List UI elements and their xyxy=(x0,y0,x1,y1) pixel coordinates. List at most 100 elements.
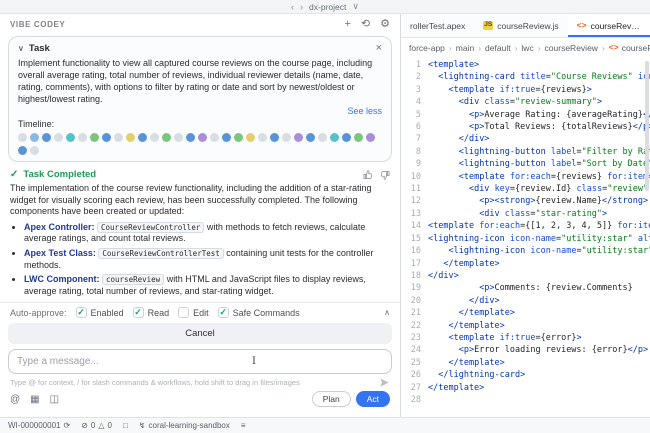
act-button[interactable]: Act xyxy=(356,391,390,407)
new-chat-icon[interactable]: + xyxy=(344,19,350,30)
error-count[interactable]: 0 xyxy=(91,421,95,430)
breadcrumb-file[interactable]: <>courseReview.html xyxy=(609,43,650,53)
timeline-dot[interactable] xyxy=(18,146,27,155)
thumbs-up-icon[interactable] xyxy=(363,170,373,180)
timeline-dot[interactable] xyxy=(294,133,303,142)
collapse-up-icon[interactable]: ∧ xyxy=(384,308,390,317)
breadcrumb-item[interactable]: default xyxy=(485,43,511,53)
code-editor[interactable]: <template> <lightning-card title="Course… xyxy=(428,57,650,417)
task-close-icon[interactable]: × xyxy=(376,42,382,54)
message-input[interactable] xyxy=(17,356,383,367)
checkbox-checked-icon[interactable]: ✓ xyxy=(133,307,144,318)
checkbox-checked-icon[interactable]: ✓ xyxy=(218,307,229,318)
project-selector[interactable]: dx-project xyxy=(309,2,346,12)
timeline-dot[interactable] xyxy=(306,133,315,142)
code-editor-pane: rollerTest.apexJScourseReview.js<>course… xyxy=(401,14,650,417)
line-number: 25 xyxy=(401,357,421,369)
timeline-dot[interactable] xyxy=(78,133,87,142)
tab-courseReview.js[interactable]: JScourseReview.js xyxy=(474,14,567,37)
layout-icon[interactable]: □ xyxy=(123,421,128,430)
checkbox-checked-icon[interactable]: ✓ xyxy=(76,307,87,318)
sync-icon[interactable]: ⟳ xyxy=(63,421,70,430)
tab-rollerTest.apex[interactable]: rollerTest.apex xyxy=(401,14,474,37)
line-number: 26 xyxy=(401,369,421,381)
timeline-dot[interactable] xyxy=(126,133,135,142)
completion-summary: The implementation of the course review … xyxy=(10,183,390,218)
timeline-dot[interactable] xyxy=(210,133,219,142)
lwc-file-icon: <> xyxy=(577,21,587,30)
history-icon[interactable]: ⟲ xyxy=(361,19,370,30)
menu-icon[interactable]: ≡ xyxy=(241,421,246,430)
breadcrumb-item[interactable]: main xyxy=(456,43,474,53)
auto-approve-option[interactable]: ✓Enabled xyxy=(76,307,124,318)
timeline-dot[interactable] xyxy=(90,133,99,142)
apps-icon[interactable]: ◫ xyxy=(50,394,59,405)
editor-scrollbar[interactable] xyxy=(645,61,649,191)
timeline-dot[interactable] xyxy=(366,133,375,142)
timeline-dot[interactable] xyxy=(258,133,267,142)
timeline-dot[interactable] xyxy=(186,133,195,142)
auto-approve-option[interactable]: ✓Safe Commands xyxy=(218,307,300,318)
timeline-dot[interactable] xyxy=(222,133,231,142)
components-list: Apex Controller: CourseReviewController … xyxy=(24,222,390,301)
breadcrumb-item[interactable]: courseReview xyxy=(545,43,598,53)
assistant-panel: VIBE CODEY + ⟲ ⚙ ∨ Task × Implement func… xyxy=(0,14,401,417)
settings-gear-icon[interactable]: ⚙ xyxy=(380,19,390,30)
line-number: 20 xyxy=(401,295,421,307)
breadcrumb-item[interactable]: force-app xyxy=(409,43,445,53)
code-line: <template if:true={error}> xyxy=(428,332,650,344)
thumbs-down-icon[interactable] xyxy=(380,170,390,180)
timeline-dot[interactable] xyxy=(138,133,147,142)
back-icon[interactable]: ‹ xyxy=(291,2,294,12)
timeline-dot[interactable] xyxy=(342,133,351,142)
breadcrumb-item[interactable]: lwc xyxy=(521,43,533,53)
timeline-dot[interactable] xyxy=(18,133,27,142)
timeline-dot[interactable] xyxy=(30,146,39,155)
timeline-dot[interactable] xyxy=(198,133,207,142)
image-icon[interactable]: ▦ xyxy=(30,394,39,405)
timeline-dot[interactable] xyxy=(30,133,39,142)
plan-button[interactable]: Plan xyxy=(312,391,351,407)
timeline-dot[interactable] xyxy=(54,133,63,142)
line-number: 6 xyxy=(401,121,421,133)
code-area[interactable]: 1234567891011121314151617181920212223242… xyxy=(401,57,650,417)
warning-count[interactable]: 0 xyxy=(108,421,112,430)
cancel-button[interactable]: Cancel xyxy=(8,323,392,344)
timeline-dot[interactable] xyxy=(66,133,75,142)
timeline-dot[interactable] xyxy=(270,133,279,142)
timeline-dot[interactable] xyxy=(354,133,363,142)
timeline-dot[interactable] xyxy=(114,133,123,142)
timeline-dot[interactable] xyxy=(150,133,159,142)
line-number: 11 xyxy=(401,183,421,195)
tab-courseReview.html[interactable]: <>courseReview.html xyxy=(568,14,650,37)
timeline-dot[interactable] xyxy=(102,133,111,142)
timeline-dot[interactable] xyxy=(234,133,243,142)
timeline-dot[interactable] xyxy=(318,133,327,142)
component-item: Apex Controller: CourseReviewController … xyxy=(24,222,390,245)
task-description: Implement functionality to view all capt… xyxy=(18,57,382,105)
code-line: </template> xyxy=(428,382,650,394)
line-number: 7 xyxy=(401,133,421,145)
auto-approve-option[interactable]: Edit xyxy=(178,307,209,318)
auto-approve-option[interactable]: ✓Read xyxy=(133,307,170,318)
collapse-chevron-icon[interactable]: ∨ xyxy=(18,44,24,53)
timeline-dot[interactable] xyxy=(246,133,255,142)
work-item-label[interactable]: WI-000000001 xyxy=(8,421,60,430)
breadcrumb-file-label: courseReview.html xyxy=(622,43,650,53)
see-less-link[interactable]: See less xyxy=(18,106,382,116)
forward-icon[interactable]: › xyxy=(300,2,303,12)
sandbox-label[interactable]: coral-learning-sandbox xyxy=(149,421,230,430)
breadcrumb-separator-icon: › xyxy=(538,43,541,53)
send-icon[interactable] xyxy=(379,377,390,388)
timeline-dot[interactable] xyxy=(282,133,291,142)
mention-icon[interactable]: @ xyxy=(10,394,20,405)
timeline-dot[interactable] xyxy=(162,133,171,142)
composer-actions: @ ▦ ◫ Plan Act xyxy=(0,389,400,409)
code-line: </lightning-card> xyxy=(428,369,650,381)
checkbox-unchecked-icon[interactable] xyxy=(178,307,189,318)
plug-icon: ↯ xyxy=(139,421,146,430)
timeline-dot[interactable] xyxy=(42,133,51,142)
line-number: 21 xyxy=(401,307,421,319)
timeline-dot[interactable] xyxy=(330,133,339,142)
timeline-dot[interactable] xyxy=(174,133,183,142)
